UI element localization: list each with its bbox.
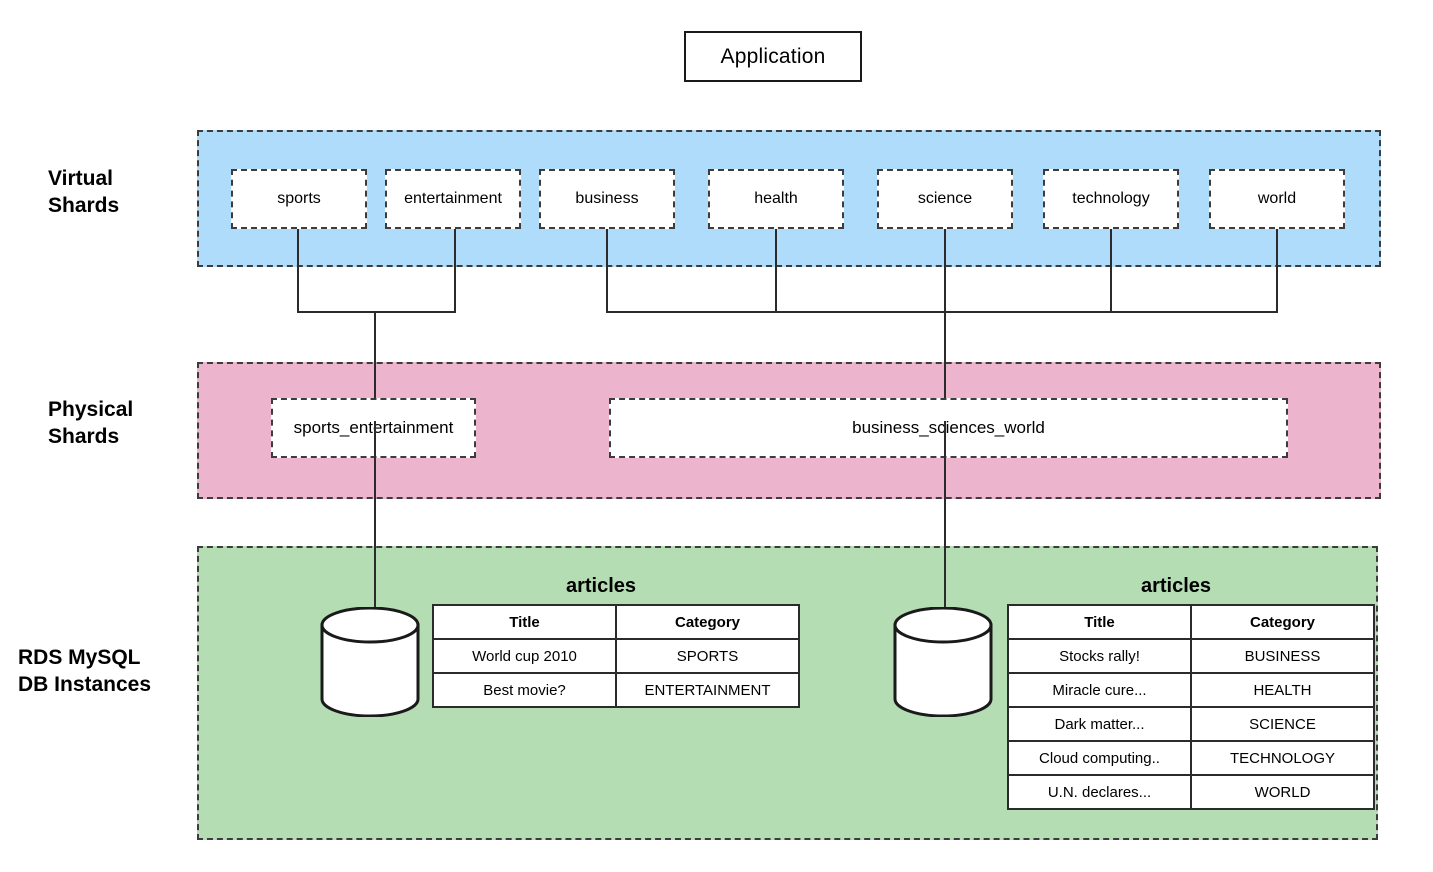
physical-shard-business-sciences-world[interactable]: business_sciences_world (609, 398, 1288, 458)
column-header-title: Title (432, 604, 617, 640)
cell-category: WORLD (1190, 774, 1375, 810)
virtual-shard-world[interactable]: world (1209, 169, 1345, 229)
virtual-shard-health[interactable]: health (708, 169, 844, 229)
db-cylinder-right (893, 607, 993, 717)
virtual-shard-label: world (1257, 190, 1297, 207)
connector-right-join-bar (606, 311, 1278, 313)
virtual-shard-label: entertainment (404, 190, 502, 207)
connector-world-drop (1276, 229, 1278, 313)
connector-left-to-db (374, 421, 376, 619)
virtual-shard-label: science (917, 190, 973, 207)
virtual-shard-business[interactable]: business (539, 169, 675, 229)
connector-business-drop (606, 229, 608, 313)
cell-title: Dark matter... (1007, 706, 1192, 742)
cell-title: Cloud computing.. (1007, 740, 1192, 776)
connector-sports-drop (297, 229, 299, 313)
table-row: Cloud computing.. TECHNOLOGY (1007, 740, 1375, 776)
table-header-row: Title Category (1007, 604, 1375, 640)
cell-title: Miracle cure... (1007, 672, 1192, 708)
virtual-shard-label: health (754, 190, 798, 207)
virtual-shard-label: technology (1072, 190, 1150, 207)
table-row: Best movie? ENTERTAINMENT (432, 672, 800, 708)
articles-table-title: articles (565, 575, 637, 597)
virtual-shard-sports[interactable]: sports (231, 169, 367, 229)
virtual-shard-science[interactable]: science (877, 169, 1013, 229)
cell-category: HEALTH (1190, 672, 1375, 708)
connector-left-join-bar (297, 311, 456, 313)
articles-table-title: articles (1140, 575, 1212, 597)
connector-science-drop (944, 229, 946, 313)
cell-category: SCIENCE (1190, 706, 1375, 742)
articles-group-right: articles Title Category Stocks rally! BU… (1007, 575, 1375, 810)
connector-right-to-db (944, 421, 946, 619)
column-header-title: Title (1007, 604, 1192, 640)
diagram-canvas: Application Virtual Shards Physical Shar… (0, 0, 1433, 872)
table-row: Miracle cure... HEALTH (1007, 672, 1375, 708)
cell-category: SPORTS (615, 638, 800, 674)
column-header-category: Category (615, 604, 800, 640)
connector-technology-drop (1110, 229, 1112, 313)
cell-category: ENTERTAINMENT (615, 672, 800, 708)
table-row: World cup 2010 SPORTS (432, 638, 800, 674)
rds-instances-row-label: RDS MySQL DB Instances (18, 646, 152, 696)
application-box: Application (684, 31, 862, 82)
cell-title: Stocks rally! (1007, 638, 1192, 674)
articles-group-left: articles Title Category World cup 2010 S… (432, 575, 800, 708)
application-label: Application (720, 44, 826, 68)
db-cylinder-left (320, 607, 420, 717)
articles-table-right: Title Category Stocks rally! BUSINESS Mi… (1007, 604, 1375, 810)
virtual-shard-entertainment[interactable]: entertainment (385, 169, 521, 229)
cell-category: BUSINESS (1190, 638, 1375, 674)
table-header-row: Title Category (432, 604, 800, 640)
table-row: Dark matter... SCIENCE (1007, 706, 1375, 742)
virtual-shard-label: sports (277, 190, 321, 207)
virtual-shards-row-label: Virtual Shards (48, 167, 120, 217)
cell-title: World cup 2010 (432, 638, 617, 674)
cell-title: Best movie? (432, 672, 617, 708)
virtual-shard-label: business (575, 190, 639, 207)
physical-shard-label: business_sciences_world (852, 418, 1045, 437)
connector-health-drop (775, 229, 777, 313)
virtual-shard-technology[interactable]: technology (1043, 169, 1179, 229)
cell-category: TECHNOLOGY (1190, 740, 1375, 776)
connector-entertainment-drop (454, 229, 456, 313)
articles-table-left: Title Category World cup 2010 SPORTS Bes… (432, 604, 800, 708)
cell-title: U.N. declares... (1007, 774, 1192, 810)
table-row: U.N. declares... WORLD (1007, 774, 1375, 810)
physical-shards-row-label: Physical Shards (48, 398, 134, 448)
table-row: Stocks rally! BUSINESS (1007, 638, 1375, 674)
column-header-category: Category (1190, 604, 1375, 640)
